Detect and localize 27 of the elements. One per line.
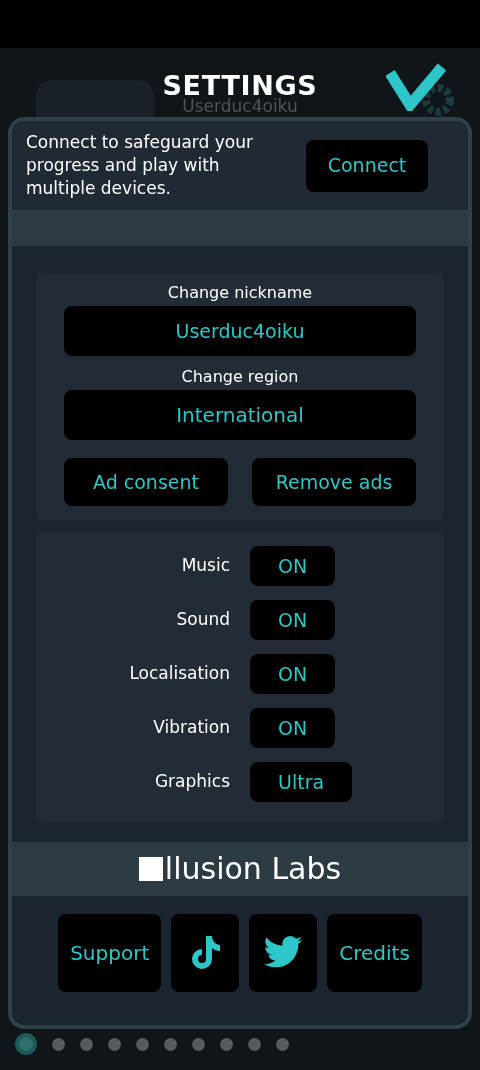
- connect-button[interactable]: Connect: [306, 139, 428, 192]
- page-title: SETTINGS: [162, 72, 318, 99]
- option-toggle[interactable]: ON: [250, 600, 336, 640]
- action-button[interactable]: Ad consent: [64, 458, 228, 506]
- username: Userduc4oiku: [182, 98, 298, 115]
- link-button[interactable]: Credits: [327, 914, 422, 992]
- social-button[interactable]: [171, 914, 240, 992]
- social-button[interactable]: [249, 914, 318, 992]
- option-label: Music: [180, 554, 230, 578]
- option-label: Sound: [175, 608, 230, 632]
- brand-name: llusion Labs: [164, 854, 342, 884]
- action-button[interactable]: Remove ads: [252, 458, 416, 506]
- region-label: Change region: [180, 366, 300, 388]
- nickname-field[interactable]: Userduc4oiku: [64, 306, 416, 356]
- option-label: Vibration: [152, 716, 230, 740]
- option-toggle[interactable]: ON: [250, 546, 336, 586]
- option-toggle[interactable]: ON: [250, 708, 336, 748]
- option-label: Localisation: [128, 662, 230, 686]
- option-toggle[interactable]: ON: [250, 654, 336, 694]
- region-selector[interactable]: International: [64, 390, 416, 440]
- nickname-label: Change nickname: [166, 282, 314, 304]
- checkmark-icon: [386, 61, 446, 111]
- link-button[interactable]: Support: [58, 914, 162, 992]
- option-toggle[interactable]: Ultra: [250, 762, 353, 802]
- option-label: Graphics: [153, 770, 230, 794]
- connect-message: Connect to safeguard your progress and play with multiple devices.: [26, 131, 254, 200]
- logo-mark-icon: [138, 857, 163, 881]
